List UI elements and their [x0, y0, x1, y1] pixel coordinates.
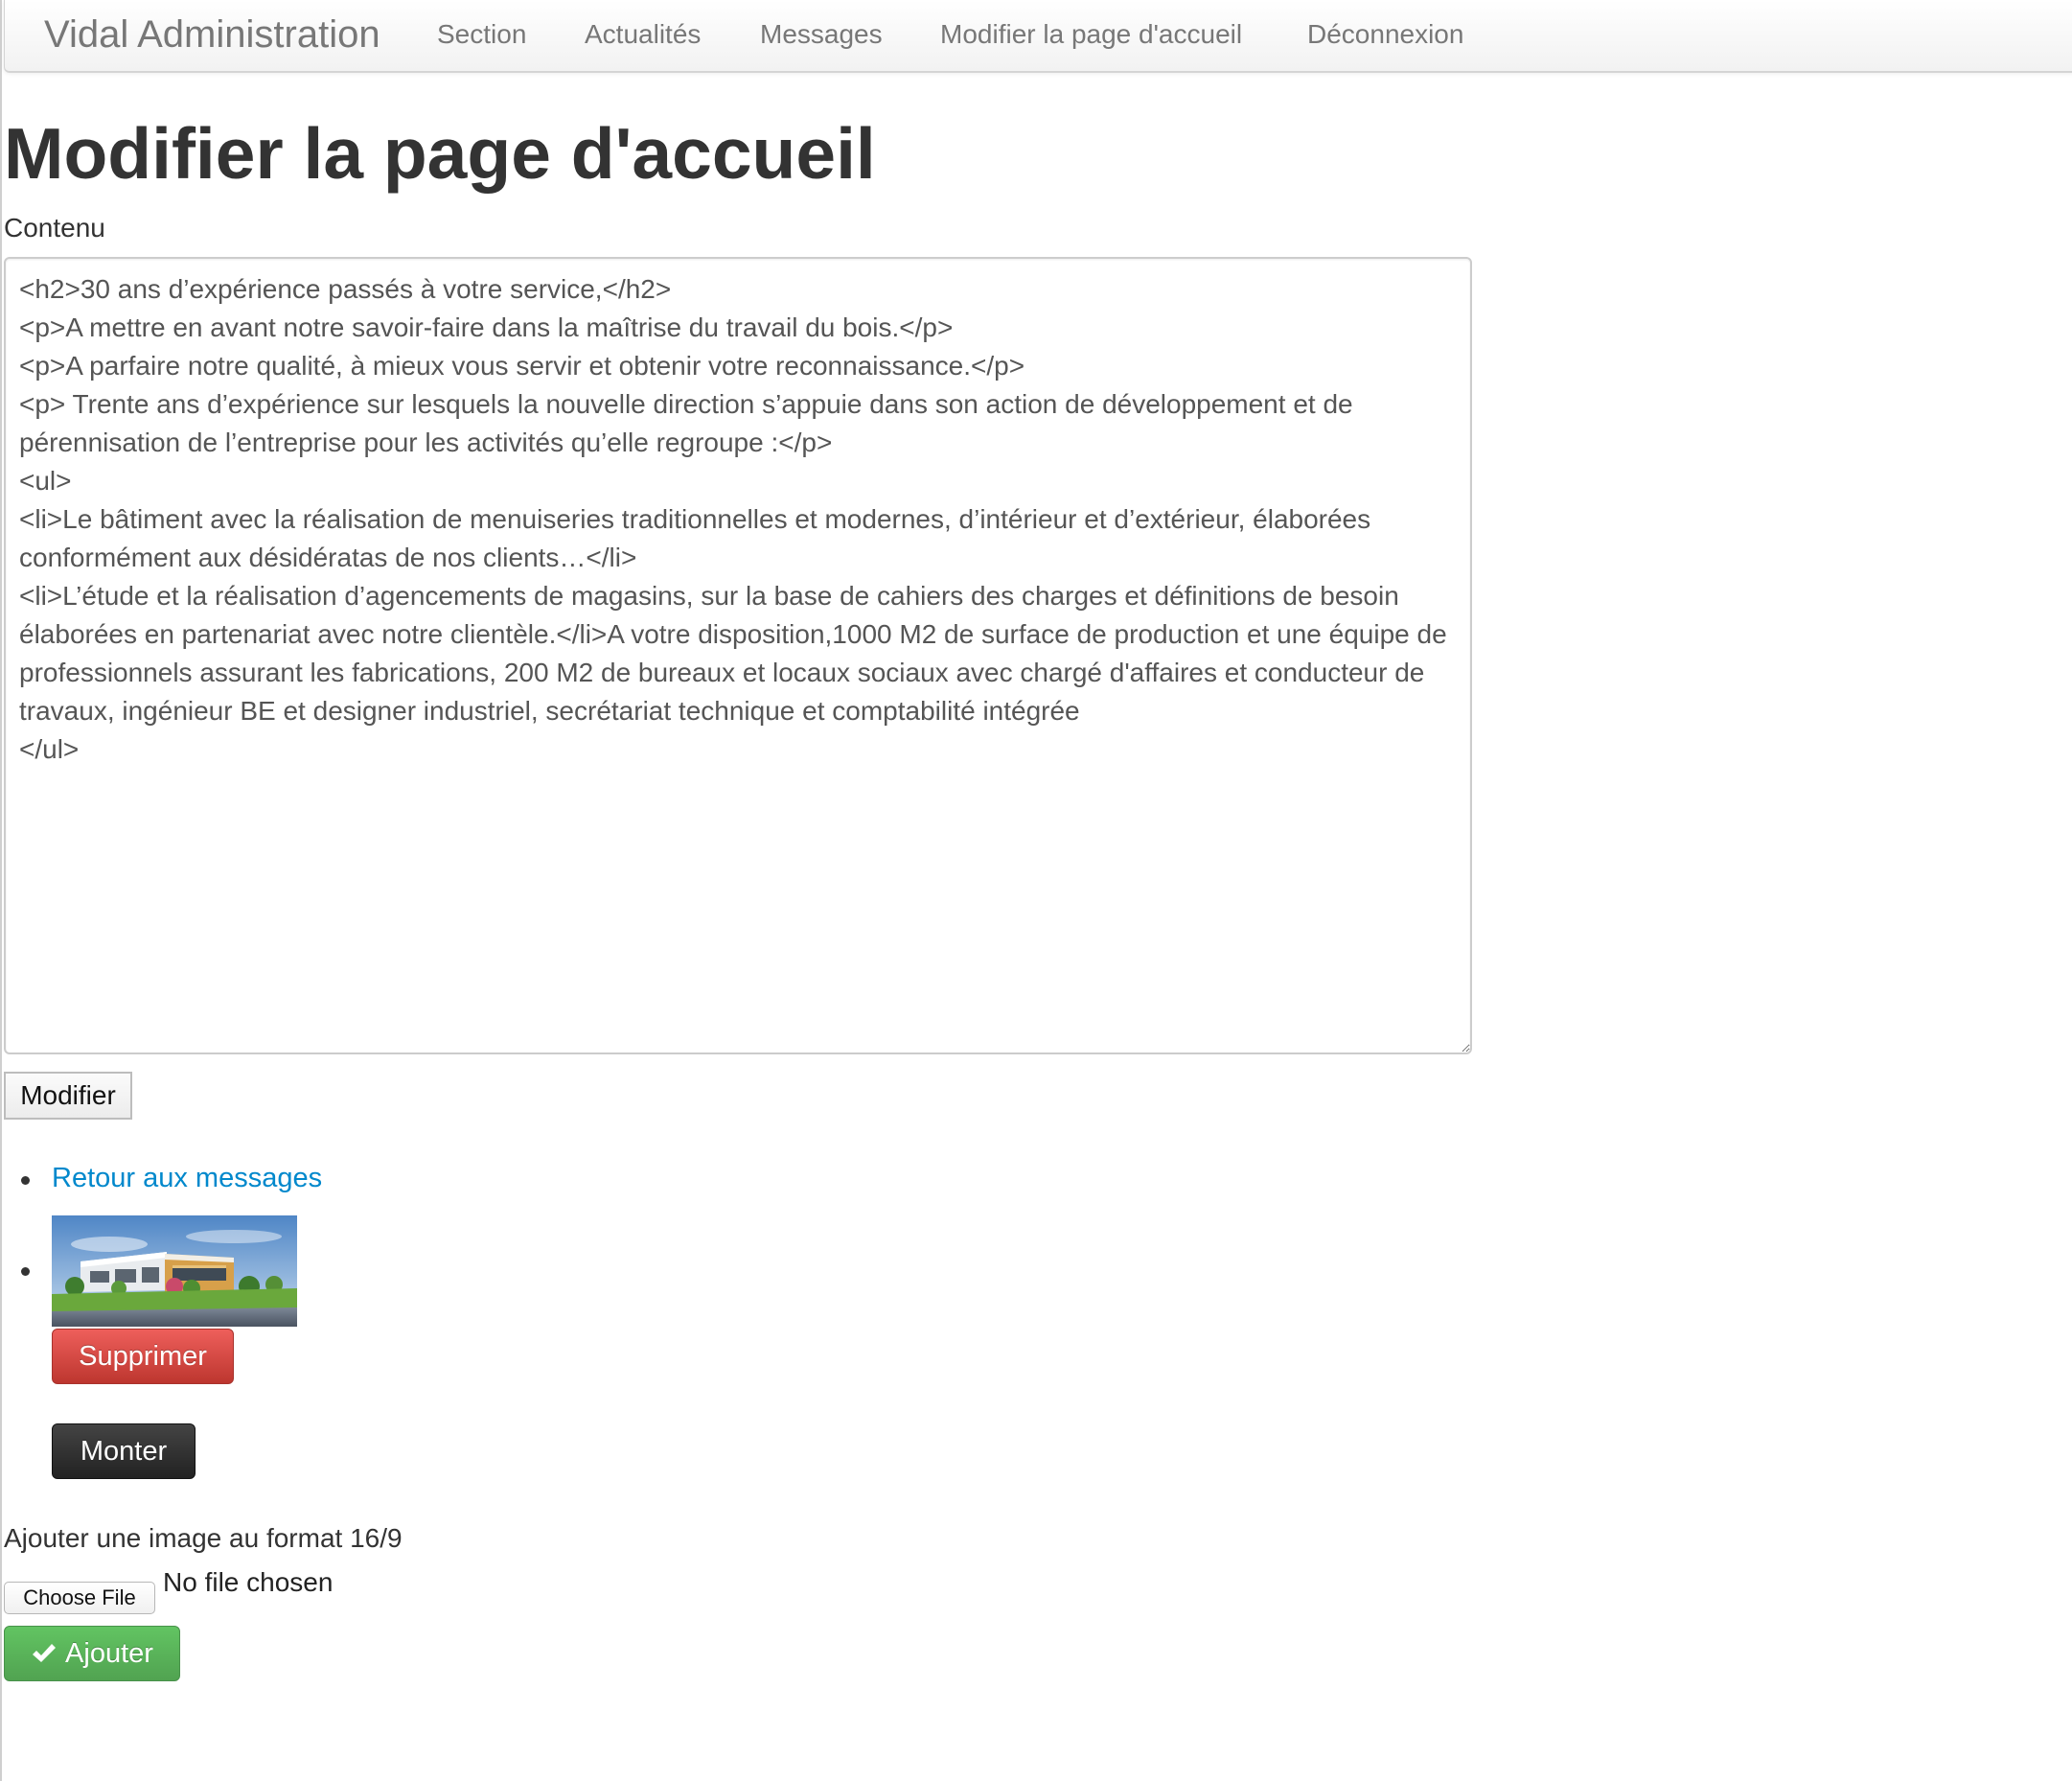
move-up-button[interactable]: Monter: [52, 1423, 196, 1479]
list-bullet: [21, 1267, 30, 1276]
page-title: Modifier la page d'accueil: [4, 113, 876, 194]
choose-file-button[interactable]: Choose File: [4, 1582, 155, 1614]
nav-item-messages[interactable]: Messages: [760, 17, 883, 52]
list-bullet: [21, 1176, 30, 1185]
nav-item-section[interactable]: Section: [437, 17, 526, 52]
homepage-image-thumbnail: [52, 1215, 297, 1327]
check-icon: [33, 1644, 57, 1662]
navbar-brand[interactable]: Vidal Administration: [44, 12, 380, 58]
content-textarea[interactable]: <h2>30 ans d’expérience passés à votre s…: [4, 257, 1472, 1054]
content-label: Contenu: [4, 213, 105, 243]
file-status-text: No file chosen: [163, 1567, 334, 1597]
top-navbar: Vidal Administration Section Actualités …: [4, 0, 2072, 73]
nav-item-modifier-accueil[interactable]: Modifier la page d'accueil: [940, 17, 1242, 52]
add-image-button-label: Ajouter: [65, 1637, 153, 1669]
add-image-label: Ajouter une image au format 16/9: [4, 1523, 403, 1553]
back-to-messages-link[interactable]: Retour aux messages: [52, 1161, 322, 1195]
add-image-button[interactable]: Ajouter: [4, 1626, 180, 1681]
delete-image-button[interactable]: Supprimer: [52, 1329, 234, 1384]
nav-item-actualites[interactable]: Actualités: [585, 17, 701, 52]
nav-item-deconnexion[interactable]: Déconnexion: [1307, 17, 1463, 52]
modifier-button[interactable]: Modifier: [4, 1072, 132, 1120]
